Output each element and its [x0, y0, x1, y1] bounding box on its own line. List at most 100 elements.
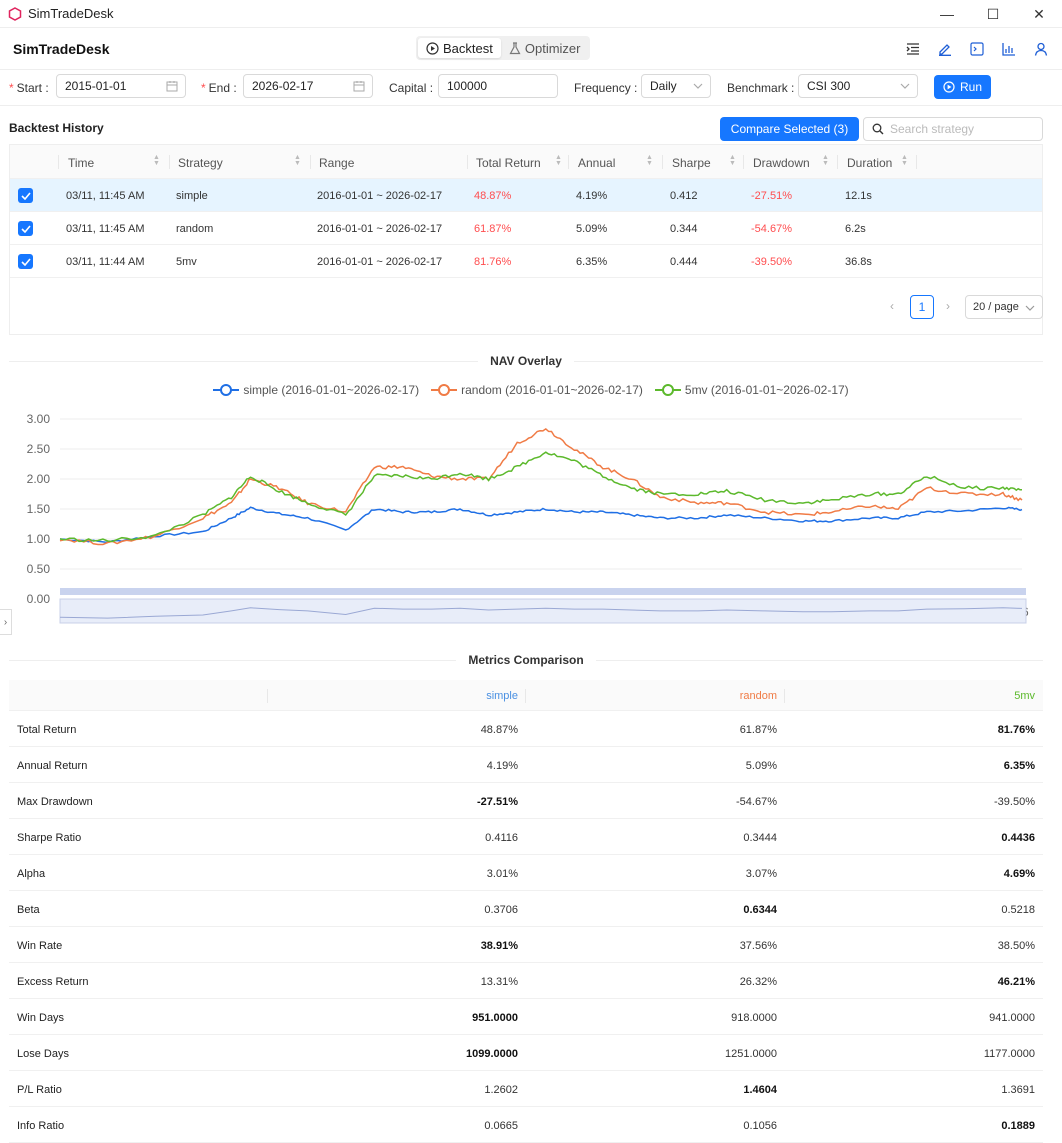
run-label: Run [959, 80, 982, 94]
sort-icon[interactable]: ▲ ▼ [294, 154, 302, 167]
row-checkbox[interactable] [18, 188, 33, 203]
metrics-header: simple random 5mv [9, 680, 1043, 711]
metric-value: -27.51% [477, 796, 518, 808]
close-button[interactable]: ✕ [1016, 0, 1062, 28]
row-checkbox[interactable] [18, 221, 33, 236]
metric-value: 0.6344 [743, 904, 777, 916]
metric-value: 4.19% [486, 760, 518, 772]
metrics-row: Win Rate 38.91% 37.56% 38.50% [9, 927, 1043, 963]
legend-item-simple[interactable]: simple (2016-01-01~2026-02-17) [213, 383, 419, 397]
legend-marker-icon [654, 384, 681, 396]
col-time[interactable]: Time [68, 156, 94, 170]
metric-value: 6.35% [1003, 760, 1035, 772]
metrics-row: Info Ratio 0.0665 0.1056 0.1889 [9, 1107, 1043, 1143]
cell-total-return: 61.87% [474, 223, 512, 235]
next-page-button[interactable]: › [946, 299, 950, 313]
metric-value: 0.0665 [484, 1120, 518, 1132]
start-date-input[interactable]: 2015-01-01 [56, 74, 186, 98]
page-size-value: 20 / page [973, 301, 1019, 313]
terminal-icon[interactable] [968, 40, 986, 58]
data-zoom-handle-bar[interactable] [60, 588, 1026, 595]
col-drawdown[interactable]: Drawdown [753, 156, 810, 170]
metric-value: 26.32% [739, 976, 777, 988]
col-annual[interactable]: Annual [578, 156, 615, 170]
prev-page-button[interactable]: ‹ [890, 299, 894, 313]
history-table: Time Strategy Range Total Return Annual … [9, 144, 1043, 335]
col-strategy[interactable]: Strategy [178, 156, 223, 170]
table-row[interactable]: 03/11, 11:44 AM 5mv 2016-01-01 ~ 2026-02… [10, 245, 1042, 278]
sort-icon[interactable]: ▲ ▼ [729, 154, 737, 167]
metrics-table: simple random 5mv Total Return 48.87% 61.8… [9, 680, 1043, 1143]
page-size-select[interactable]: 20 / page [965, 295, 1043, 319]
bar-chart-icon[interactable] [1000, 40, 1018, 58]
run-button[interactable]: Run [934, 75, 991, 99]
sort-icon[interactable]: ▲ ▼ [555, 154, 563, 167]
metric-label: Annual Return [17, 760, 88, 772]
end-date-input[interactable]: 2026-02-17 [243, 74, 373, 98]
chevron-down-icon [693, 80, 703, 94]
compare-selected-button[interactable]: Compare Selected (3) [720, 117, 859, 141]
cell-total-return: 81.76% [474, 256, 512, 268]
backtest-form: * Start : 2015-01-01 * End : 2026-02-17 Ca… [0, 70, 1062, 106]
strategy-search[interactable] [863, 117, 1043, 141]
cell-sharpe: 0.412 [670, 190, 698, 202]
cell-duration: 6.2s [845, 223, 866, 235]
metrics-row: Max Drawdown -27.51% -54.67% -39.50% [9, 783, 1043, 819]
chevron-down-icon [900, 80, 910, 94]
legend-label: random (2016-01-01~2026-02-17) [461, 383, 643, 397]
metrics-col-simple: simple [486, 690, 518, 702]
mode-switch: Backtest Optimizer [416, 36, 591, 60]
metric-value: 3.01% [486, 868, 518, 880]
table-row[interactable]: 03/11, 11:45 AM random 2016-01-01 ~ 2026… [10, 212, 1042, 245]
maximize-button[interactable]: ☐ [970, 0, 1016, 28]
col-duration[interactable]: Duration [847, 156, 892, 170]
series-line-random [59, 427, 1023, 546]
sort-icon[interactable]: ▲ ▼ [822, 154, 830, 167]
brand-title: SimTradeDesk [13, 40, 110, 57]
cell-duration: 12.1s [845, 190, 872, 202]
end-date-value: 2026-02-17 [252, 79, 314, 93]
col-total-return[interactable]: Total Return [476, 156, 541, 170]
expand-sidebar-button[interactable]: › [0, 609, 12, 635]
metrics-row: Annual Return 4.19% 5.09% 6.35% [9, 747, 1043, 783]
metric-value: 0.1056 [743, 1120, 777, 1132]
tab-optimizer[interactable]: Optimizer [501, 38, 589, 58]
metric-label: Alpha [17, 868, 46, 880]
benchmark-value: CSI 300 [807, 79, 851, 93]
window-titlebar: SimTradeDesk — ☐ ✕ [0, 0, 1062, 28]
metric-value: 1251.0000 [725, 1048, 777, 1060]
benchmark-select[interactable]: CSI 300 [798, 74, 918, 98]
cell-sharpe: 0.344 [670, 223, 698, 235]
nav-chart [59, 418, 1027, 624]
start-label: * Start : [9, 81, 49, 95]
metrics-row: Alpha 3.01% 3.07% 4.69% [9, 855, 1043, 891]
row-checkbox[interactable] [18, 254, 33, 269]
col-sharpe[interactable]: Sharpe [672, 156, 711, 170]
sort-icon[interactable]: ▲ ▼ [646, 154, 654, 167]
legend-item-random[interactable]: random (2016-01-01~2026-02-17) [431, 383, 643, 397]
page-1-button[interactable]: 1 [910, 295, 934, 319]
metric-value: 5.09% [745, 760, 777, 772]
metrics-row: P/L Ratio 1.2602 1.4604 1.3691 [9, 1071, 1043, 1107]
search-icon [872, 123, 884, 135]
minimize-button[interactable]: — [924, 0, 970, 28]
legend-item-5mv[interactable]: 5mv (2016-01-01~2026-02-17) [654, 383, 849, 397]
tab-backtest[interactable]: Backtest [418, 38, 501, 58]
cell-drawdown: -39.50% [751, 256, 792, 268]
table-row[interactable]: 03/11, 11:45 AM simple 2016-01-01 ~ 2026… [10, 179, 1042, 212]
metrics-comparison-title: Metrics Comparison [9, 653, 1044, 667]
check-icon [20, 257, 31, 266]
list-icon[interactable] [904, 40, 922, 58]
legend-marker-icon [213, 384, 240, 396]
sort-icon[interactable]: ▲ ▼ [153, 154, 161, 167]
metric-value: 38.50% [997, 940, 1035, 952]
sort-icon[interactable]: ▲ ▼ [901, 154, 909, 167]
edit-icon[interactable] [936, 40, 954, 58]
cell-duration: 36.8s [845, 256, 872, 268]
user-icon[interactable] [1032, 40, 1050, 58]
search-input[interactable] [890, 122, 1030, 136]
frequency-select[interactable]: Daily [641, 74, 711, 98]
metric-value: 61.87% [739, 724, 777, 736]
cell-time: 03/11, 11:45 AM [66, 223, 145, 235]
capital-input[interactable]: 100000 [438, 74, 558, 98]
